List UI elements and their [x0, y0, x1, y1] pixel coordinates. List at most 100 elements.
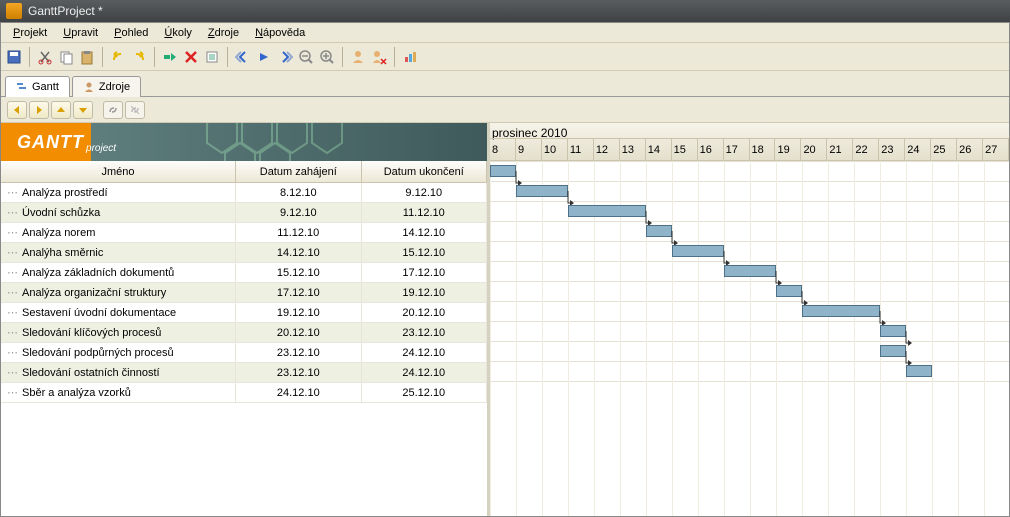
task-end: 20.12.10: [362, 303, 487, 322]
menu-napoveda[interactable]: Nápověda: [247, 25, 313, 41]
redo-icon[interactable]: [130, 48, 148, 66]
table-row[interactable]: ⋯Sledování ostatních činností23.12.1024.…: [1, 363, 487, 383]
nav-down-icon[interactable]: [73, 101, 93, 119]
tree-bullet: ⋯: [7, 186, 18, 199]
day-cell: 18: [750, 139, 776, 160]
task-grid[interactable]: ⋯Analýza prostředí8.12.109.12.10⋯Úvodní …: [1, 183, 487, 516]
chart-icon[interactable]: [401, 48, 419, 66]
copy-icon[interactable]: [57, 48, 75, 66]
task-end: 17.12.10: [362, 263, 487, 282]
delete-icon[interactable]: [182, 48, 200, 66]
unlink-icon[interactable]: [125, 101, 145, 119]
gantt-bar[interactable]: [516, 185, 568, 197]
table-row[interactable]: ⋯Analýza základních dokumentů15.12.1017.…: [1, 263, 487, 283]
save-icon[interactable]: [5, 48, 23, 66]
day-cell: 26: [957, 139, 983, 160]
window-title: GanttProject *: [28, 4, 103, 18]
tab-gantt[interactable]: Gantt: [5, 76, 70, 97]
day-cell: 15: [672, 139, 698, 160]
task-name: Analýza organizační struktury: [22, 287, 166, 299]
task-start: 19.12.10: [236, 303, 361, 322]
table-row[interactable]: ⋯Úvodní schůzka9.12.1011.12.10: [1, 203, 487, 223]
table-row[interactable]: ⋯Sledování podpůrných procesů23.12.1024.…: [1, 343, 487, 363]
tree-bullet: ⋯: [7, 346, 18, 359]
task-name: Analýza základních dokumentů: [22, 267, 174, 279]
day-cell: 19: [775, 139, 801, 160]
nav-up-icon[interactable]: [51, 101, 71, 119]
task-end: 24.12.10: [362, 343, 487, 362]
scroll-left-icon[interactable]: [234, 48, 252, 66]
table-row[interactable]: ⋯Sledování klíčových procesů20.12.1023.1…: [1, 323, 487, 343]
nav-right-icon[interactable]: [29, 101, 49, 119]
col-start[interactable]: Datum zahájení: [236, 161, 361, 182]
tab-resources[interactable]: Zdroje: [72, 76, 141, 97]
tree-bullet: ⋯: [7, 306, 18, 319]
table-row[interactable]: ⋯Analýha směrnic14.12.1015.12.10: [1, 243, 487, 263]
task-start: 17.12.10: [236, 283, 361, 302]
tree-bullet: ⋯: [7, 206, 18, 219]
scroll-right-icon[interactable]: [276, 48, 294, 66]
paste-icon[interactable]: [78, 48, 96, 66]
gantt-bar[interactable]: [490, 165, 516, 177]
gantt-bar[interactable]: [672, 245, 724, 257]
task-name: Analýha směrnic: [22, 247, 103, 259]
task-name: Sestavení úvodní dokumentace: [22, 307, 176, 319]
col-name[interactable]: Jméno: [1, 161, 236, 182]
zoom-in-icon[interactable]: [318, 48, 336, 66]
gantt-bar[interactable]: [906, 365, 932, 377]
tree-bullet: ⋯: [7, 226, 18, 239]
cut-icon[interactable]: [36, 48, 54, 66]
task-end: 19.12.10: [362, 283, 487, 302]
task-end: 15.12.10: [362, 243, 487, 262]
task-end: 14.12.10: [362, 223, 487, 242]
menu-zdroje[interactable]: Zdroje: [200, 25, 247, 41]
table-row[interactable]: ⋯Analýza prostředí8.12.109.12.10: [1, 183, 487, 203]
zoom-out-icon[interactable]: [297, 48, 315, 66]
table-row[interactable]: ⋯ Analýza organizační struktury 17.12.1019…: [1, 283, 487, 303]
task-name: Úvodní schůzka: [22, 207, 100, 219]
gantt-bar[interactable]: [880, 325, 906, 337]
table-row[interactable]: ⋯Analýza norem11.12.1014.12.10: [1, 223, 487, 243]
menu-upravit[interactable]: Upravit: [55, 25, 106, 41]
menu-projekt[interactable]: Projekt: [5, 25, 55, 41]
gantt-tab-icon: [16, 81, 28, 93]
day-cell: 13: [620, 139, 646, 160]
properties-icon[interactable]: [203, 48, 221, 66]
gantt-bar[interactable]: [724, 265, 776, 277]
gantt-chart[interactable]: [490, 161, 1009, 516]
table-row[interactable]: ⋯ Sestavení úvodní dokumentace 19.12.1020.…: [1, 303, 487, 323]
tree-bullet: ⋯: [7, 286, 18, 299]
content-area: GANTT project Jméno Datum zahájení Datum…: [1, 123, 1009, 516]
task-forward-icon[interactable]: [161, 48, 179, 66]
link-icon[interactable]: [103, 101, 123, 119]
day-cell: 24: [905, 139, 931, 160]
nav-left-icon[interactable]: [7, 101, 27, 119]
task-start: 14.12.10: [236, 243, 361, 262]
logo-text: GANTT: [17, 132, 84, 153]
resource-delete-icon[interactable]: [370, 48, 388, 66]
menu-ukoly[interactable]: Úkoly: [156, 25, 200, 41]
table-row[interactable]: ⋯Sběr a analýza vzorků24.12.1025.12.10: [1, 383, 487, 403]
gantt-bar[interactable]: [646, 225, 672, 237]
day-cell: 20: [801, 139, 827, 160]
task-start: 23.12.10: [236, 343, 361, 362]
task-name: Sběr a analýza vzorků: [22, 387, 131, 399]
undo-icon[interactable]: [109, 48, 127, 66]
resource-icon[interactable]: [349, 48, 367, 66]
gantt-bar[interactable]: [880, 345, 906, 357]
task-name: Analýza prostředí: [22, 187, 108, 199]
task-start: 23.12.10: [236, 363, 361, 382]
col-end[interactable]: Datum ukončení: [362, 161, 487, 182]
day-cell: 16: [698, 139, 724, 160]
today-icon[interactable]: [255, 48, 273, 66]
table-header: Jméno Datum zahájení Datum ukončení: [1, 161, 487, 183]
task-start: 9.12.10: [236, 203, 361, 222]
day-cell: 17: [724, 139, 750, 160]
menu-pohled[interactable]: Pohled: [106, 25, 156, 41]
tab-resources-label: Zdroje: [99, 81, 130, 93]
gantt-bar[interactable]: [776, 285, 802, 297]
gantt-bar[interactable]: [802, 305, 880, 317]
view-tabs: Gantt Zdroje: [1, 71, 1009, 97]
gantt-bar[interactable]: [568, 205, 646, 217]
task-end: 24.12.10: [362, 363, 487, 382]
